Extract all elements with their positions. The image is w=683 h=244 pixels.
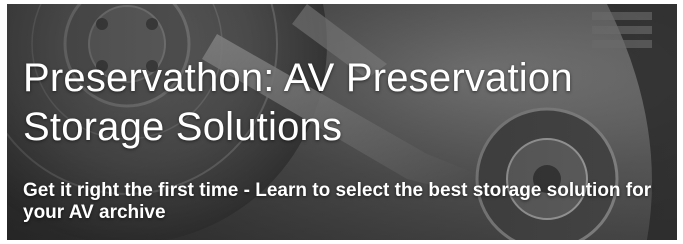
banner-title: Preservathon: AV Preservation Storage So… — [23, 56, 573, 149]
banner-subtitle: Get it right the first time - Learn to s… — [23, 180, 652, 223]
hero-banner: Preservathon: AV Preservation Storage So… — [7, 4, 677, 240]
